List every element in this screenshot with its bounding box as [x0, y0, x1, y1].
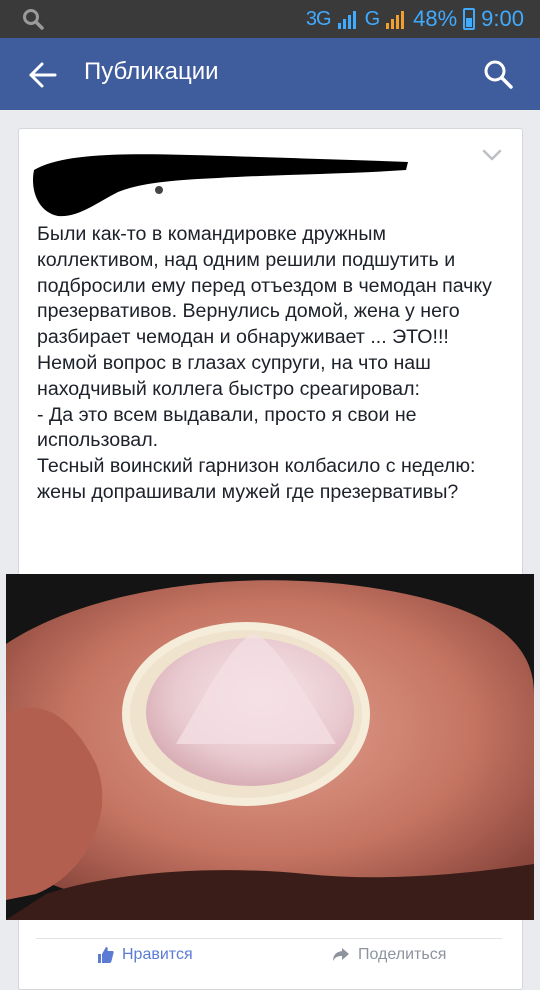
battery-icon — [463, 8, 476, 30]
signal-icon — [337, 11, 356, 29]
redacted-author — [33, 154, 408, 217]
post-text: Были как-то в командировке дружным колле… — [37, 223, 492, 503]
search-icon[interactable] — [22, 8, 44, 30]
post-actions: Нравится Поделиться — [0, 946, 540, 966]
network-type: 3G — [305, 7, 332, 30]
page-title: Публикации — [84, 58, 219, 85]
battery-percent: 48% — [413, 6, 458, 31]
app-bar: Публикации — [0, 38, 540, 110]
signal-icon-2 — [386, 11, 405, 29]
post-photo[interactable] — [6, 574, 534, 920]
clock: 9:00 — [481, 6, 524, 31]
network-type-2: G — [364, 7, 381, 30]
status-bar: 3G G 48% 9:00 — [0, 0, 540, 38]
chevron-down-icon[interactable] — [478, 146, 506, 166]
search-icon[interactable] — [482, 58, 514, 90]
like-label: Нравится — [122, 946, 193, 963]
share-label: Поделиться — [358, 946, 447, 963]
back-arrow-icon[interactable] — [28, 60, 58, 90]
share-arrow-icon — [333, 948, 349, 961]
photo-image — [6, 574, 534, 920]
share-button[interactable]: Поделиться — [332, 946, 446, 964]
thumbs-up-icon — [98, 947, 114, 963]
like-button[interactable]: Нравится — [96, 946, 193, 964]
actions-divider — [36, 938, 502, 939]
